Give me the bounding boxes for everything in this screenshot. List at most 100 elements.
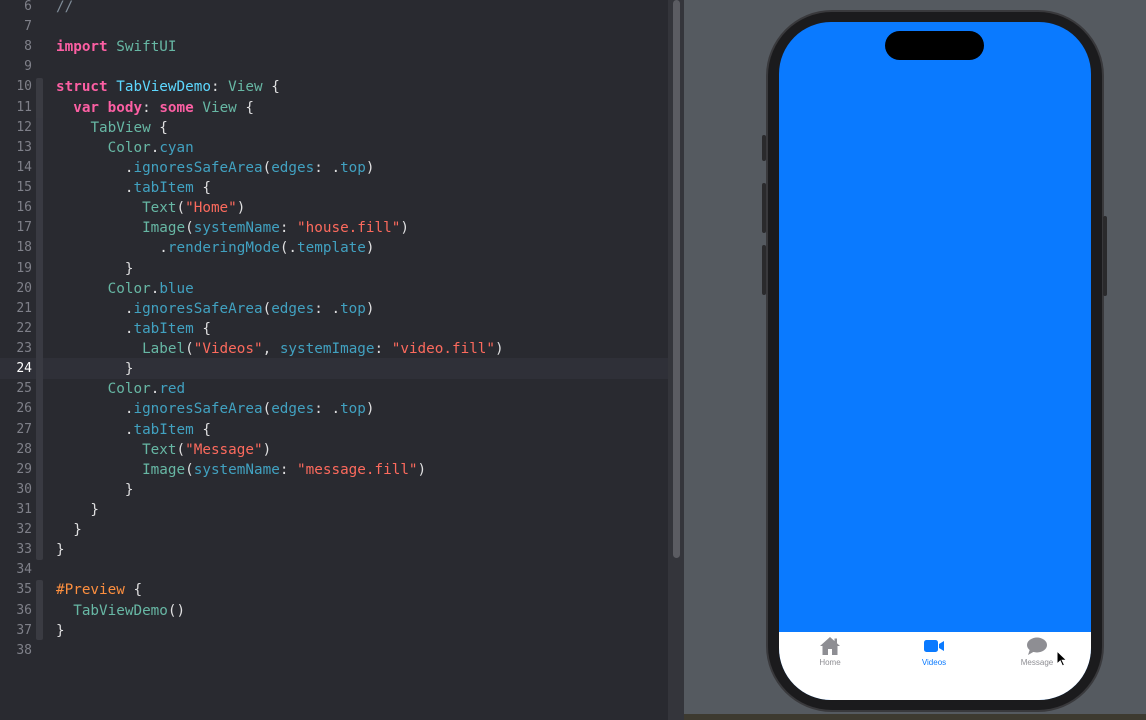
line-number: 31 [16, 502, 32, 517]
code-line[interactable]: 34 [0, 560, 668, 580]
code-text[interactable]: Label("Videos", systemImage: "video.fill… [56, 339, 504, 359]
code-line[interactable]: 19 } [0, 259, 668, 279]
canvas-bottom-bar [684, 714, 1146, 720]
code-line[interactable]: 14 .ignoresSafeArea(edges: .top) [0, 158, 668, 178]
code-line[interactable]: 11 var body: some View { [0, 98, 668, 118]
line-number: 34 [16, 562, 32, 578]
code-text[interactable]: #Preview { [56, 580, 142, 600]
line-number: 21 [16, 300, 32, 316]
line-number: 35 [16, 582, 32, 598]
code-line[interactable]: 33} [0, 540, 668, 560]
code-line[interactable]: 35 #Preview { [0, 580, 668, 600]
code-line[interactable]: 12 TabView { [0, 118, 668, 138]
code-line[interactable]: 18 .renderingMode(.template) [0, 238, 668, 258]
code-text[interactable]: var body: some View { [56, 98, 254, 118]
code-text[interactable]: struct TabViewDemo: View { [56, 77, 280, 97]
line-number: 38 [16, 642, 32, 658]
line-number: 37 [16, 622, 32, 638]
code-line[interactable]: 28 Text("Message") [0, 440, 668, 460]
line-number: 32 [16, 522, 32, 538]
code-line[interactable]: 27 .tabItem { [0, 420, 668, 440]
code-line[interactable]: 37} [0, 621, 668, 641]
code-text[interactable]: } [56, 621, 65, 641]
code-text[interactable]: TabViewDemo() [56, 601, 185, 621]
line-number: 15 [16, 180, 32, 196]
code-text[interactable]: .tabItem { [56, 420, 211, 440]
code-line[interactable]: 36 TabViewDemo() [0, 601, 668, 621]
line-number: 30 [16, 481, 32, 497]
code-line[interactable]: 21 .ignoresSafeArea(edges: .top) [0, 299, 668, 319]
code-text[interactable]: } [56, 520, 82, 540]
code-line[interactable]: 25 Color.red [0, 379, 668, 399]
code-text[interactable]: Text("Home") [56, 198, 245, 218]
line-number: 33 [16, 542, 32, 558]
tab-home[interactable]: Home [790, 636, 870, 667]
code-line[interactable]: 13 Color.cyan [0, 138, 668, 158]
line-number: 23 [16, 341, 32, 357]
code-text[interactable]: Image(systemName: "house.fill") [56, 218, 409, 238]
code-text[interactable]: TabView { [56, 118, 167, 138]
line-number: 18 [16, 240, 32, 256]
code-text[interactable]: } [56, 480, 134, 500]
code-line[interactable]: 17 Image(systemName: "house.fill") [0, 218, 668, 238]
line-number: 36 [16, 602, 32, 618]
video-fill-icon [924, 640, 944, 652]
line-number: 12 [16, 119, 32, 135]
code-text[interactable]: } [56, 359, 134, 379]
code-line[interactable]: 15 .tabItem { [0, 178, 668, 198]
code-line[interactable]: 30 } [0, 480, 668, 500]
code-line[interactable]: 24 } [0, 359, 668, 379]
code-text[interactable]: Color.red [56, 379, 185, 399]
tab-videos-label: Videos [921, 658, 947, 667]
line-number: 19 [16, 260, 32, 276]
line-number: 28 [16, 441, 32, 457]
code-line[interactable]: 23 Label("Videos", systemImage: "video.f… [0, 339, 668, 359]
tab-message[interactable]: Message [997, 636, 1077, 667]
line-number: 11 [16, 99, 32, 115]
code-line[interactable]: 20 Color.blue [0, 279, 668, 299]
code-line[interactable]: 6 // [0, 0, 668, 17]
code-text[interactable]: Color.blue [56, 279, 194, 299]
code-text[interactable]: .renderingMode(.template) [56, 238, 374, 258]
tab-videos[interactable]: Videos [894, 636, 1068, 667]
line-number: 8 [24, 39, 32, 55]
code-line[interactable]: 9 [0, 57, 668, 77]
code-text[interactable]: import SwiftUI [56, 37, 177, 57]
code-text[interactable]: } [56, 500, 99, 520]
line-number: 27 [16, 421, 32, 437]
code-text[interactable]: // [56, 0, 73, 17]
code-line[interactable]: 22 .tabItem { [0, 319, 668, 339]
code-line[interactable]: 31 } [0, 500, 668, 520]
line-number: 9 [24, 59, 32, 75]
editor-scrollbar[interactable] [673, 0, 680, 558]
code-text[interactable]: } [56, 540, 65, 560]
code-text[interactable]: Color.cyan [56, 138, 194, 158]
code-text[interactable]: .ignoresSafeArea(edges: .top) [56, 299, 375, 319]
code-text[interactable]: Text("Message") [56, 440, 271, 460]
phone-screen[interactable]: Home Videos Message [779, 22, 1091, 700]
code-editor[interactable]: 6 // 7 8 import SwiftUI 9 10 struct TabViewDemo… [0, 0, 668, 720]
code-line[interactable]: 26 .ignoresSafeArea(edges: .top) [0, 399, 668, 419]
code-text[interactable]: .tabItem { [56, 178, 211, 198]
code-text[interactable]: .tabItem { [56, 319, 211, 339]
line-number: 14 [16, 159, 32, 175]
code-line[interactable]: 29 Image(systemName: "message.fill") [0, 460, 668, 480]
code-line[interactable]: 8 import SwiftUI [0, 37, 668, 57]
code-text[interactable]: } [56, 259, 134, 279]
code-line[interactable]: 16 Text("Home") [0, 198, 668, 218]
code-line[interactable]: 10 struct TabViewDemo: View { [0, 77, 668, 97]
code-line[interactable]: 38 [0, 641, 668, 661]
code-text[interactable]: .ignoresSafeArea(edges: .top) [56, 399, 375, 419]
code-line[interactable]: 7 [0, 17, 668, 37]
side-button [1103, 216, 1107, 296]
code-line[interactable]: 32 } [0, 520, 668, 540]
line-number: 20 [16, 280, 32, 296]
code-text[interactable]: Image(systemName: "message.fill") [56, 460, 426, 480]
line-number: 24 [16, 361, 32, 377]
volume-down-button [762, 245, 766, 295]
code-text[interactable]: .ignoresSafeArea(edges: .top) [56, 158, 375, 178]
volume-up-button [762, 183, 766, 233]
line-number: 16 [16, 200, 32, 216]
line-number: 7 [24, 19, 32, 35]
dynamic-island [885, 31, 984, 60]
